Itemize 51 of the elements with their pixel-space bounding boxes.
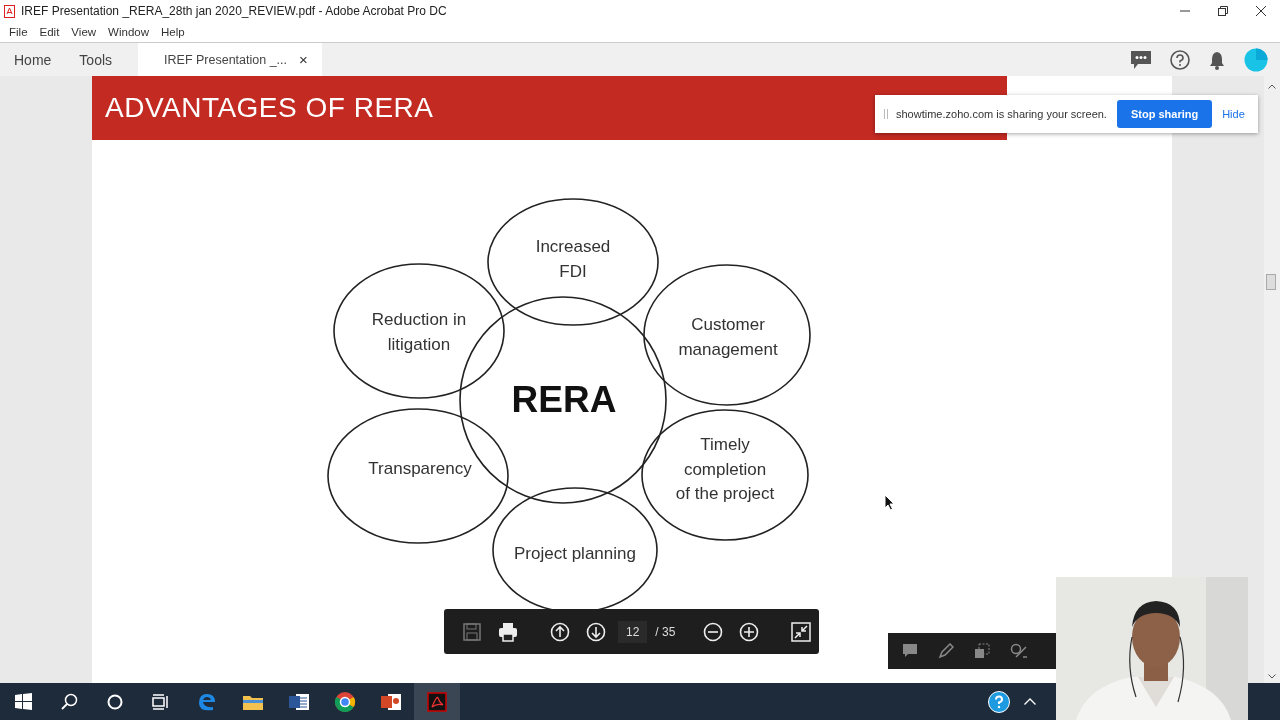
select-icon[interactable]	[974, 643, 990, 659]
circle-icon[interactable]	[107, 693, 123, 710]
search-icon[interactable]	[60, 693, 78, 710]
pen-icon[interactable]	[938, 643, 954, 659]
fit-page-icon	[791, 621, 812, 642]
chevron-up-icon[interactable]	[1024, 698, 1036, 705]
drag-handle-icon[interactable]	[884, 109, 888, 119]
pdf-app-icon[interactable]	[425, 689, 449, 714]
stop-sharing-button[interactable]: Stop sharing	[1116, 100, 1213, 128]
chat-icon[interactable]	[1130, 49, 1152, 70]
comment-icon[interactable]	[902, 643, 918, 659]
scroll-up-icon[interactable]	[1268, 84, 1276, 89]
center-label: RERA	[511, 379, 617, 420]
page-count: / 35	[655, 624, 676, 639]
hide-link[interactable]: Hide	[1222, 108, 1245, 120]
sign-icon[interactable]	[1010, 643, 1028, 659]
help-icon[interactable]	[1170, 49, 1190, 70]
print-icon	[498, 621, 518, 642]
bell-icon[interactable]	[1208, 49, 1226, 70]
tab[interactable]: IREF Presentation _... ×	[138, 43, 322, 76]
scrollbar[interactable]	[1264, 76, 1280, 683]
node-label: Timely completion of the project	[675, 435, 775, 503]
windows-start-icon[interactable]	[14, 693, 32, 710]
node-label: Customer management	[678, 315, 778, 359]
save-icon	[462, 621, 482, 642]
chrome-icon[interactable]	[333, 689, 357, 714]
node-label: Increased FDI	[535, 237, 611, 281]
tab[interactable]: Home	[0, 43, 66, 76]
page-number-field[interactable]: 12	[618, 620, 648, 643]
scroll-down-icon[interactable]	[1268, 674, 1276, 679]
tab[interactable]: Tools	[65, 43, 127, 76]
sharing-message: showtime.zoho.com is sharing your screen.	[896, 108, 1107, 120]
task-view-icon[interactable]	[152, 693, 170, 710]
close-tab-button[interactable]: ×	[299, 51, 308, 68]
node-label: Reduction in litigation	[371, 310, 467, 354]
node-label: Transparency	[368, 459, 472, 478]
slide-title: ADVANTAGES OF RERA	[105, 92, 434, 124]
restore-icon[interactable]	[1218, 6, 1228, 16]
scrollbar-thumb[interactable]	[1266, 274, 1276, 290]
menu-item[interactable]: Edit	[33, 26, 66, 38]
zoom-in-icon	[739, 621, 760, 642]
window-title: IREF Presentation _RERA_28th jan 2020_REVIEW.pdf - Adobe Acrobat Pro DC	[21, 4, 448, 18]
menu-item[interactable]: Window	[102, 26, 155, 38]
node-label: Project planning	[514, 544, 636, 563]
close-icon[interactable]	[1256, 6, 1266, 16]
pdf-icon	[4, 4, 15, 18]
menu-item[interactable]: File	[3, 26, 34, 38]
menu-item[interactable]: View	[65, 26, 103, 38]
zoom-out-icon	[703, 621, 724, 642]
cursor-icon	[884, 494, 896, 511]
menu-item[interactable]: Help	[155, 26, 191, 38]
